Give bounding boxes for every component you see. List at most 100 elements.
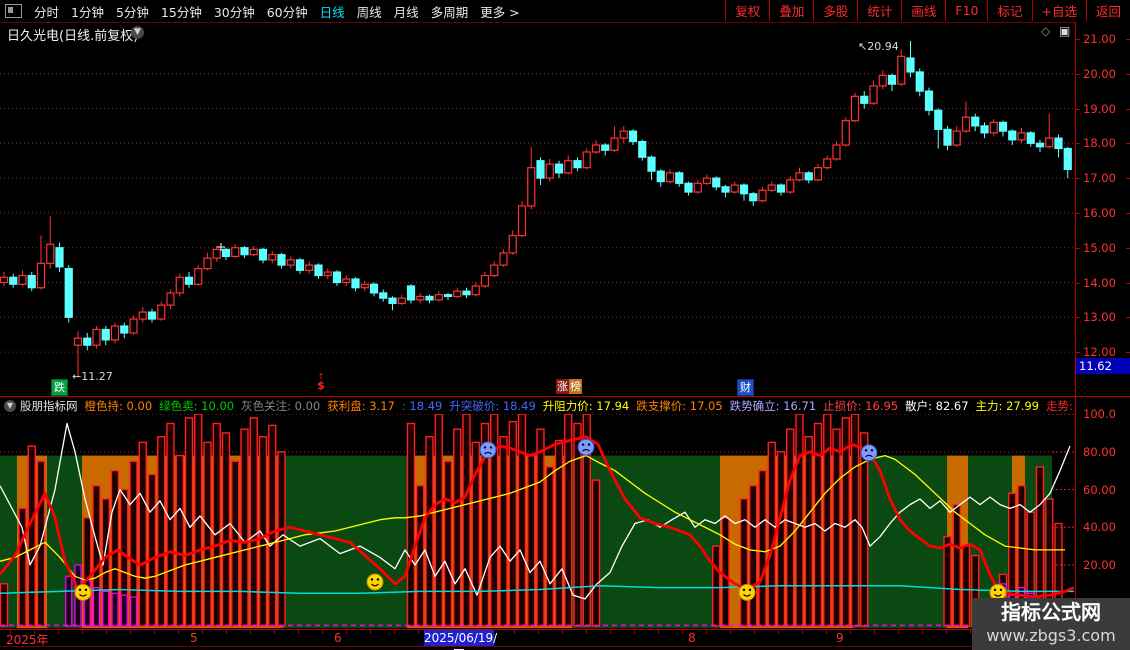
indicator-axis: 100.0 80.00 60.00 40.00 20.00 [1076,398,1130,629]
tool-item-8[interactable]: +自选 [1031,0,1086,21]
selected-date-label: 2025/06/19/四 [424,630,498,650]
candle-body [702,177,712,184]
date-tick [202,630,203,634]
candle-body [212,248,221,259]
axis-tick [1126,317,1130,319]
candle-body [739,184,749,195]
candle-body [841,120,850,146]
indicator-bar [517,414,527,627]
stock-title: 日久光电(日线.前复权) [7,29,139,44]
badge-cai[interactable]: 财 [737,379,754,396]
menu-item-10[interactable]: 多周期 [425,2,475,21]
candle-body [795,172,804,181]
indicator-bar [499,436,508,627]
candle-body [897,55,906,85]
date-tick [922,630,923,634]
candle-body [536,160,545,179]
candle-body [767,184,776,191]
tool-item-9[interactable]: 返回 [1085,0,1130,21]
indicator-bar [545,466,554,627]
price-label: 12.00 [1083,345,1116,360]
candle-body [961,116,971,132]
magenta-bar [129,596,138,627]
candle-body [693,182,702,193]
indicator-bar [508,420,517,627]
tool-item-7[interactable]: 标记 [987,0,1031,21]
indicator-bar [203,441,212,627]
menu-item-4[interactable]: 15分钟 [155,2,208,21]
candle-body [1026,132,1035,144]
menu-item-6[interactable]: 60分钟 [261,2,314,21]
menu-item-3[interactable]: 5分钟 [110,2,155,21]
tool-item-4[interactable]: 统计 [857,0,901,21]
candle-body [499,252,508,266]
indicator-bar [425,436,434,627]
menu-item-9[interactable]: 月线 [388,2,425,21]
candle-body [786,179,795,193]
badge-die[interactable]: 跌 [51,379,68,396]
tool-item-1[interactable]: 复权 [725,0,769,21]
indicator-panel[interactable] [0,414,1075,629]
watermark-title: 指标公式网 [1001,600,1101,624]
date-tick [682,630,683,634]
price-label: 16.00 [1083,205,1116,220]
menu-item-1[interactable]: 分时 [28,2,65,21]
smiley-face-icon [366,573,384,591]
candle-body [240,247,249,256]
candle-body [110,325,120,341]
indicator-bar [536,428,545,627]
indicator-axis-label: 40.00 [1083,520,1116,535]
date-tick [154,630,155,634]
candle-body [1045,137,1054,148]
date-label: 9 [836,631,844,645]
candle-body [231,247,240,257]
low-annotation: ←11.27 [72,370,113,383]
menu-item-11[interactable]: 更多 > [474,2,525,21]
candle-body [166,292,175,306]
candlestick-chart[interactable]: ←11.27↖20.94 [0,22,1075,396]
window-icon[interactable] [5,4,22,18]
candle-body [36,262,46,289]
indicator-bar [231,460,240,627]
panel-layout-icon[interactable]: ▣ [1059,24,1070,38]
indicator-value-12: 散户: 82.67 [905,398,969,413]
chevron-down-icon[interactable]: ▼ [131,26,144,39]
candle-body [628,130,638,143]
indicator-bar [712,545,721,627]
candle-body [406,285,416,301]
menu-item-5[interactable]: 30分钟 [208,2,261,21]
candle-body [601,144,610,151]
candle-body [443,294,453,298]
tool-item-6[interactable]: F10 [945,0,987,21]
candle-body [915,71,924,92]
candle-body [656,170,665,183]
candle-body [277,254,286,266]
menu-item-8[interactable]: 周线 [351,2,388,21]
tool-item-3[interactable]: 多股 [813,0,857,21]
candle-body [545,163,554,179]
candle-body [249,248,258,256]
indicator-bar [804,436,813,627]
candle-body [1063,147,1072,170]
date-axis[interactable]: 2025/06/19/四 2025年 5 6 8 9 [0,630,1130,650]
candle-body [758,189,767,202]
badge-zhangbang[interactable]: 涨 榜 [556,379,582,394]
indicator-bar [443,460,453,627]
dollar-marker[interactable]: ↑ $ [314,373,328,392]
indicator-bar [961,545,971,627]
axis-tick [1076,282,1080,284]
indicator-bar [249,417,258,627]
tool-item-5[interactable]: 画线 [901,0,945,21]
indicator-bar [138,441,147,627]
menu-item-7[interactable]: 日线 [314,2,351,21]
indicator-bar [18,507,27,627]
magenta-bar [120,594,128,627]
chevron-down-icon[interactable]: ▼ [4,399,16,412]
date-tick [898,630,899,634]
tool-item-2[interactable]: 叠加 [769,0,813,21]
candle-body [878,74,887,87]
menu-item-2[interactable]: 1分钟 [65,2,110,21]
diamond-icon[interactable]: ◇ [1041,24,1050,38]
indicator-bar [527,454,536,627]
candle-body [462,290,471,296]
